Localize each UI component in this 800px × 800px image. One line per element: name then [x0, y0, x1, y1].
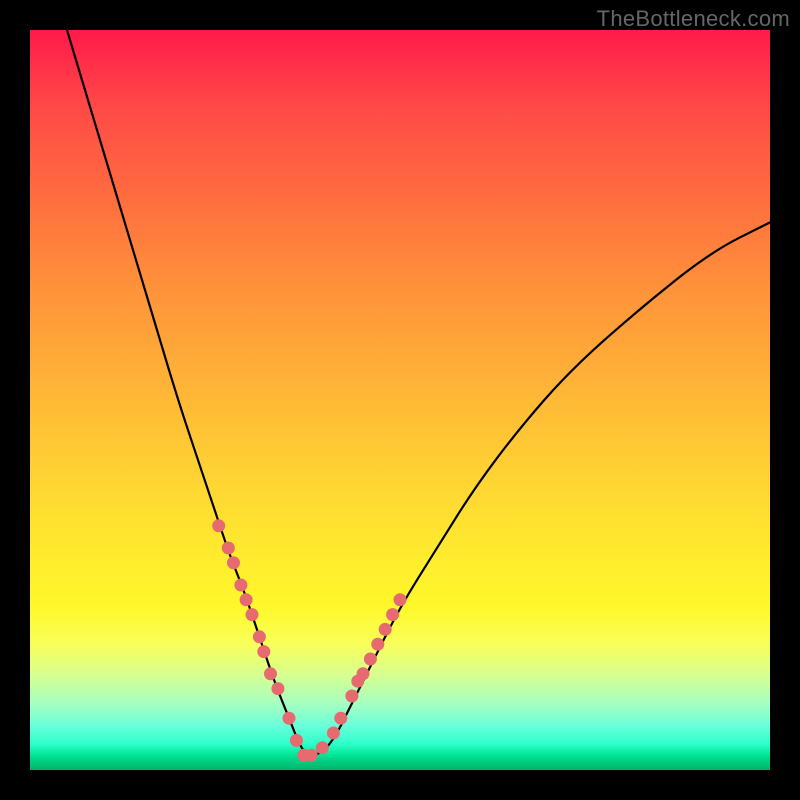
data-marker — [379, 623, 392, 636]
data-marker — [212, 519, 225, 532]
chart-svg — [30, 30, 770, 770]
data-marker — [271, 682, 284, 695]
data-marker — [334, 712, 347, 725]
data-marker — [222, 542, 235, 555]
data-marker — [327, 727, 340, 740]
marker-group — [212, 519, 406, 761]
data-marker — [257, 645, 270, 658]
plot-area — [30, 30, 770, 770]
data-marker — [394, 593, 407, 606]
data-marker — [227, 556, 240, 569]
data-marker — [345, 690, 358, 703]
data-marker — [253, 630, 266, 643]
data-marker — [246, 608, 259, 621]
data-marker — [316, 741, 329, 754]
data-marker — [240, 593, 253, 606]
data-marker — [371, 638, 384, 651]
data-marker — [386, 608, 399, 621]
data-marker — [364, 653, 377, 666]
bottleneck-curve — [67, 30, 770, 755]
outer-frame: TheBottleneck.com — [0, 0, 800, 800]
watermark-text: TheBottleneck.com — [597, 6, 790, 32]
data-marker — [290, 734, 303, 747]
data-marker — [264, 667, 277, 680]
data-marker — [283, 712, 296, 725]
data-marker — [357, 667, 370, 680]
data-marker — [234, 579, 247, 592]
data-marker — [305, 749, 318, 762]
